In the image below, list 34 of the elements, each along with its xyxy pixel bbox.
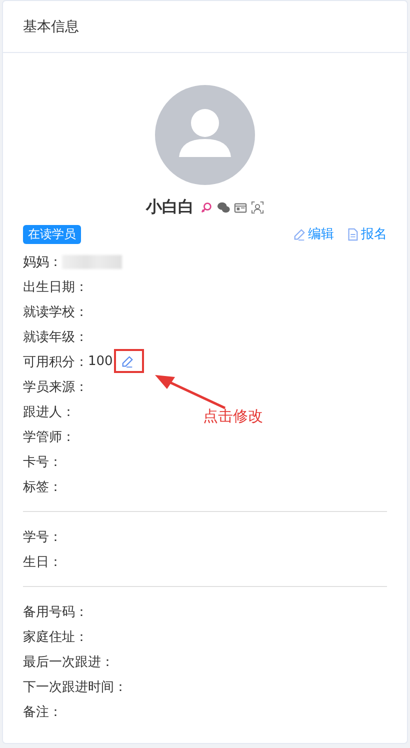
field-label: 学号： [23, 528, 62, 546]
panel-title: 基本信息 [3, 1, 407, 53]
annotation-text: 点击修改 [203, 407, 263, 426]
field-label: 家庭住址： [23, 628, 88, 646]
field-label: 出生日期： [23, 278, 88, 296]
field-label: 标签： [23, 478, 62, 496]
status-badge: 在读学员 [23, 224, 81, 244]
field-label: 学员来源： [23, 378, 88, 396]
field-label: 跟进人： [23, 404, 75, 420]
field-value: 100 [88, 354, 113, 369]
highlight-box [114, 349, 144, 373]
document-icon [346, 228, 359, 240]
blurred-value [62, 254, 122, 268]
student-name: 小白白 [146, 196, 194, 218]
chat-icon[interactable] [217, 200, 230, 214]
face-scan-icon[interactable] [251, 200, 264, 214]
pencil-icon[interactable] [120, 355, 134, 368]
field-label: 就读学校： [23, 304, 88, 320]
enroll-link[interactable]: 报名 [346, 225, 387, 243]
field-label: 最后一次跟进： [23, 654, 114, 670]
field-label: 学管师： [23, 428, 75, 446]
field-label: 可用积分： [23, 354, 88, 370]
edit-link[interactable]: 编辑 [293, 225, 334, 243]
field-label: 就读年级： [23, 328, 88, 346]
field-label: 备注： [23, 704, 62, 720]
field-label: 卡号： [23, 454, 62, 470]
field-label: 妈妈： [23, 254, 62, 270]
field-label: 生日： [23, 554, 62, 570]
pencil-icon [293, 228, 306, 240]
avatar-icon [155, 85, 255, 185]
field-label: 下一次跟进时间： [23, 678, 127, 696]
female-icon [200, 200, 213, 214]
field-label: 备用号码： [23, 604, 88, 620]
id-card-icon[interactable] [234, 200, 247, 214]
